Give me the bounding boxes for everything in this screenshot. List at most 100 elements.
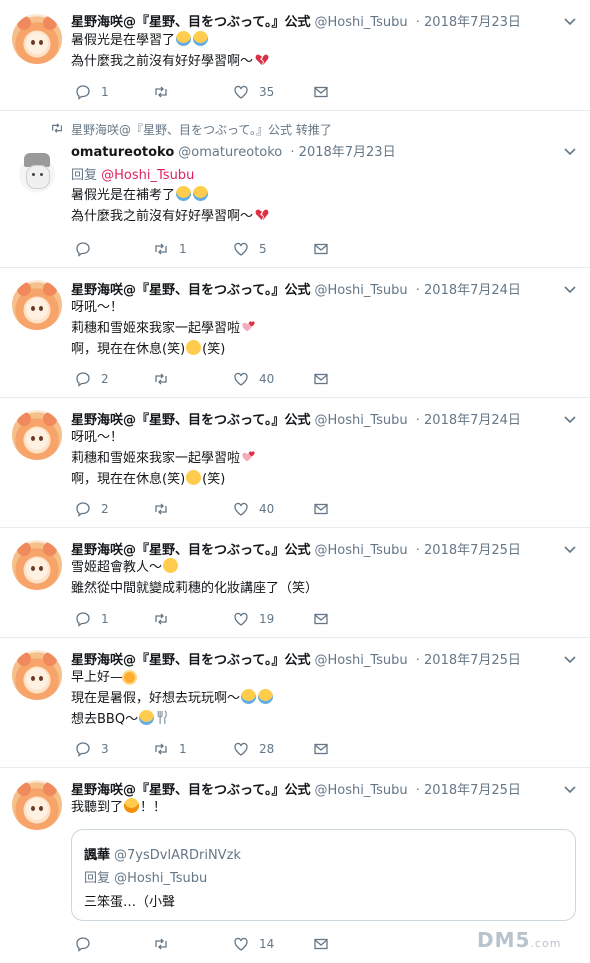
like-count: 28	[259, 742, 275, 756]
retweet-button[interactable]	[153, 611, 179, 627]
message-button[interactable]	[313, 936, 329, 952]
message-button[interactable]	[313, 501, 329, 517]
like-button[interactable]: 19	[233, 611, 274, 627]
envelope-icon	[314, 243, 328, 255]
author-handle[interactable]: @Hoshi_Tsubu	[314, 783, 407, 798]
message-button[interactable]	[313, 241, 329, 257]
like-button[interactable]: 35	[233, 84, 274, 100]
quoted-tweet[interactable]: 諷華 @7ysDvlARDriNVzk 回复 @Hoshi_Tsubu 三笨蛋…（…	[71, 829, 576, 921]
heart-icon	[234, 85, 248, 99]
reply-button[interactable]: 1	[75, 611, 109, 627]
retweet-icon	[52, 123, 62, 133]
tweet-date[interactable]: · 2018年7月23日	[290, 145, 395, 160]
tweet-date[interactable]: · 2018年7月25日	[416, 543, 521, 558]
tweet[interactable]: 星野海咲@『星野、目をつぶって。』公式 @Hoshi_Tsubu · 2018年7…	[0, 0, 590, 111]
reply-button[interactable]	[75, 241, 101, 257]
message-button[interactable]	[313, 371, 329, 387]
author-handle[interactable]: @Hoshi_Tsubu	[314, 543, 407, 558]
author-name[interactable]: 星野海咲@『星野、目をつぶって。』公式	[71, 283, 310, 298]
reply-count: 1	[101, 85, 109, 99]
reply-button[interactable]: 3	[75, 741, 109, 757]
reply-button[interactable]: 1	[75, 84, 109, 100]
tweet-text: 暑假光是在學習了 為什麼我之前沒有好好學習啊～	[71, 30, 271, 72]
retweet-button[interactable]	[153, 84, 179, 100]
message-button[interactable]	[313, 84, 329, 100]
tweet[interactable]: 星野海咲@『星野、目をつぶって。』公式 @Hoshi_Tsubu · 2018年7…	[0, 638, 590, 768]
retweeted-by-label[interactable]: 星野海咲@『星野、目をつぶって。』公式 转推了	[71, 121, 332, 138]
like-count: 14	[259, 937, 275, 951]
retweet-button[interactable]: 1	[153, 241, 187, 257]
author-name[interactable]: 星野海咲@『星野、目をつぶって。』公式	[71, 15, 310, 30]
chevron-down-icon[interactable]	[562, 281, 578, 297]
squinting-tongue-face-icon	[186, 470, 202, 485]
crying-face-emoji-icon	[139, 710, 155, 725]
like-button[interactable]: 28	[233, 741, 274, 757]
like-button[interactable]: 40	[233, 371, 274, 387]
tweet-date[interactable]: · 2018年7月25日	[416, 653, 521, 668]
retweet-button[interactable]	[153, 501, 179, 517]
author-handle[interactable]: @Hoshi_Tsubu	[314, 15, 407, 30]
chevron-down-icon[interactable]	[562, 781, 578, 797]
tweet-date[interactable]: · 2018年7月24日	[416, 413, 521, 428]
retweet-icon	[155, 613, 167, 625]
like-button[interactable]: 5	[233, 241, 267, 257]
envelope-icon	[314, 373, 328, 385]
avatar[interactable]	[12, 14, 62, 64]
quoted-author-name[interactable]: 諷華	[84, 848, 110, 863]
avatar[interactable]	[12, 147, 62, 197]
message-button[interactable]	[313, 611, 329, 627]
avatar[interactable]	[12, 280, 62, 330]
like-count: 40	[259, 372, 275, 386]
tweet[interactable]: 星野海咲@『星野、目をつぶって。』公式 @Hoshi_Tsubu · 2018年7…	[0, 528, 590, 638]
crying-face-emoji-icon	[258, 689, 274, 704]
quoted-reply-context: 回复 @Hoshi_Tsubu	[84, 871, 208, 886]
chevron-down-icon[interactable]	[562, 13, 578, 29]
reply-button[interactable]: 2	[75, 371, 109, 387]
author-handle[interactable]: @Hoshi_Tsubu	[314, 413, 407, 428]
tweet[interactable]: 星野海咲@『星野、目をつぶって。』公式 转推了 omatureotoko @oma…	[0, 111, 590, 268]
reply-icon	[76, 372, 90, 387]
heart-icon	[234, 742, 248, 756]
reply-count: 1	[101, 612, 109, 626]
tweet-date[interactable]: · 2018年7月24日	[416, 283, 521, 298]
author-handle[interactable]: @omatureotoko	[178, 145, 282, 160]
tweet[interactable]: 星野海咲@『星野、目をつぶって。』公式 @Hoshi_Tsubu · 2018年7…	[0, 398, 590, 528]
author-handle[interactable]: @Hoshi_Tsubu	[314, 653, 407, 668]
author-name[interactable]: 星野海咲@『星野、目をつぶって。』公式	[71, 413, 310, 428]
chevron-down-icon[interactable]	[562, 541, 578, 557]
retweet-icon	[155, 938, 167, 950]
avatar[interactable]	[12, 650, 62, 700]
quoted-tweet-text: 三笨蛋…（小聲	[84, 895, 176, 910]
author-name[interactable]: omatureotoko	[71, 145, 174, 160]
author-name[interactable]: 星野海咲@『星野、目をつぶって。』公式	[71, 653, 310, 668]
reply-button[interactable]	[75, 936, 101, 952]
retweet-button[interactable]: 1	[153, 741, 187, 757]
quoted-author-handle[interactable]: @7ysDvlARDriNVzk	[114, 848, 241, 863]
avatar[interactable]	[12, 410, 62, 460]
tweet-date[interactable]: · 2018年7月23日	[416, 15, 521, 30]
tweet-text: 我聽到了！！	[71, 798, 167, 815]
reply-button[interactable]: 2	[75, 501, 109, 517]
retweet-button[interactable]	[153, 371, 179, 387]
author-name[interactable]: 星野海咲@『星野、目をつぶって。』公式	[71, 783, 310, 798]
retweet-icon	[155, 243, 167, 255]
like-count: 40	[259, 502, 275, 516]
retweet-button[interactable]	[153, 936, 179, 952]
crying-face-emoji-icon	[176, 186, 192, 201]
envelope-icon	[314, 938, 328, 950]
tweet-date[interactable]: · 2018年7月25日	[416, 783, 521, 798]
message-button[interactable]	[313, 741, 329, 757]
like-button[interactable]: 14	[233, 936, 274, 952]
chevron-down-icon[interactable]	[562, 651, 578, 667]
like-button[interactable]: 40	[233, 501, 274, 517]
chevron-down-icon[interactable]	[562, 143, 578, 159]
tweet[interactable]: 星野海咲@『星野、目をつぶって。』公式 @Hoshi_Tsubu · 2018年7…	[0, 268, 590, 398]
chevron-down-icon[interactable]	[562, 411, 578, 427]
avatar[interactable]	[12, 540, 62, 590]
crying-face-emoji-icon	[176, 31, 192, 46]
retweet-icon	[155, 743, 167, 755]
author-handle[interactable]: @Hoshi_Tsubu	[314, 283, 407, 298]
author-name[interactable]: 星野海咲@『星野、目をつぶって。』公式	[71, 543, 310, 558]
reply-target-link[interactable]: @Hoshi_Tsubu	[101, 168, 194, 183]
avatar[interactable]	[12, 780, 62, 830]
